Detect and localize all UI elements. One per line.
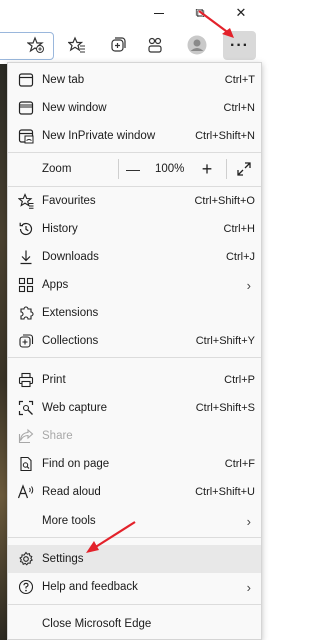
menu-divider [8, 152, 261, 153]
web-capture-icon [17, 399, 35, 417]
menu-item-label: Print [42, 374, 66, 386]
menu-item-read-aloud[interactable]: Read aloud Ctrl+Shift+U [8, 478, 261, 506]
menu-item-label: Downloads [42, 251, 99, 263]
help-icon [17, 578, 35, 596]
zoom-divider [118, 159, 119, 179]
menu-item-collections[interactable]: Collections Ctrl+Shift+Y [8, 327, 261, 355]
shortcut-text: Ctrl+F [224, 458, 255, 470]
menu-item-apps[interactable]: Apps › [8, 271, 261, 299]
shortcut-text: Ctrl+Shift+N [195, 130, 255, 142]
menu-item-more-tools[interactable]: More tools › [8, 507, 261, 535]
shortcut-text: Ctrl+H [223, 223, 255, 235]
shortcut-text: Ctrl+P [224, 374, 255, 386]
menu-item-close-microsoft-edge[interactable]: Close Microsoft Edge [8, 610, 261, 638]
menu-item-label: Help and feedback [42, 581, 138, 593]
menu-item-label: Share [42, 430, 73, 442]
new-window-icon [17, 99, 35, 117]
more-button[interactable]: ··· [223, 31, 256, 60]
menu-item-label: Read aloud [42, 486, 101, 498]
find-on-page-icon [17, 455, 35, 473]
menu-item-label: Extensions [42, 307, 99, 319]
menu-item-label: Web capture [42, 402, 107, 414]
menu-item-downloads[interactable]: Downloads Ctrl+J [8, 243, 261, 271]
browser-toolbar: ··· [0, 26, 262, 64]
extensions-puzzle-icon [17, 304, 35, 322]
menu-item-extensions[interactable]: Extensions [8, 299, 261, 327]
collections-icon[interactable] [107, 34, 129, 56]
menu-item-label: New tab [42, 74, 85, 86]
menu-divider [8, 604, 261, 605]
shortcut-text: Ctrl+Shift+Y [195, 335, 255, 347]
menu-item-new-tab[interactable]: New tab Ctrl+T [8, 66, 261, 94]
menu-item-label: Favourites [42, 195, 96, 207]
menu-item-zoom: Zoom — 100% + [8, 154, 261, 184]
history-icon [17, 220, 35, 238]
chevron-right-icon: › [246, 277, 251, 293]
zoom-divider [226, 159, 227, 179]
title-bar: ⧉ ✕ [0, 0, 262, 26]
menu-item-print[interactable]: Print Ctrl+P [8, 366, 261, 394]
profile-icon[interactable] [186, 34, 208, 56]
menu-item-label: Apps [42, 279, 69, 291]
favourites-icon [17, 192, 35, 210]
menu-item-new-inprivate-window[interactable]: New InPrivate window Ctrl+Shift+N [8, 122, 261, 150]
menu-item-label: Settings [42, 553, 84, 565]
extensions-icon[interactable] [144, 34, 166, 56]
share-icon [17, 427, 35, 445]
menu-item-label: Find on page [42, 458, 110, 470]
shortcut-text: Ctrl+N [223, 102, 255, 114]
zoom-out-button[interactable]: — [122, 158, 144, 180]
new-tab-icon [17, 71, 35, 89]
menu-item-label: Collections [42, 335, 99, 347]
menu-item-favourites[interactable]: Favourites Ctrl+Shift+O [8, 187, 261, 215]
favorites-icon[interactable] [66, 34, 88, 56]
apps-icon [17, 276, 35, 294]
print-icon [17, 371, 35, 389]
close-icon[interactable]: ✕ [230, 4, 252, 22]
menu-item-label: More tools [42, 515, 96, 527]
menu-item-new-window[interactable]: New window Ctrl+N [8, 94, 261, 122]
menu-item-web-capture[interactable]: Web capture Ctrl+Shift+S [8, 394, 261, 422]
chevron-right-icon: › [246, 513, 251, 529]
menu-item-help-and-feedback[interactable]: Help and feedback › [8, 573, 261, 601]
restore-icon[interactable]: ⧉ [189, 4, 211, 22]
menu-item-settings[interactable]: Settings [8, 545, 261, 573]
inprivate-icon [17, 127, 35, 145]
menu-item-history[interactable]: History Ctrl+H [8, 215, 261, 243]
shortcut-text: Ctrl+Shift+S [195, 402, 255, 414]
zoom-level-value: 100% [155, 163, 185, 175]
favorite-add-icon[interactable] [25, 34, 47, 56]
menu-item-find-on-page[interactable]: Find on page Ctrl+F [8, 450, 261, 478]
chevron-right-icon: › [246, 579, 251, 595]
shortcut-text: Ctrl+Shift+U [195, 486, 255, 498]
download-icon [17, 248, 35, 266]
menu-item-label: New InPrivate window [42, 130, 156, 142]
menu-item-label: New window [42, 102, 107, 114]
minimize-icon[interactable] [148, 4, 170, 22]
collections-icon [17, 332, 35, 350]
shortcut-text: Ctrl+T [224, 74, 255, 86]
menu-item-label: History [42, 223, 78, 235]
fullscreen-icon[interactable] [233, 158, 255, 180]
menu-divider [8, 357, 261, 358]
menu-divider [8, 537, 261, 538]
zoom-in-button[interactable]: + [196, 158, 218, 180]
menu-item-label: Close Microsoft Edge [42, 618, 152, 630]
gear-icon [17, 550, 35, 568]
zoom-label: Zoom [42, 163, 72, 175]
shortcut-text: Ctrl+Shift+O [194, 195, 255, 207]
menu-item-share: Share [8, 422, 261, 450]
shortcut-text: Ctrl+J [225, 251, 255, 263]
read-aloud-icon [17, 483, 35, 501]
settings-and-more-menu: New tab Ctrl+T New window Ctrl+N New InP… [7, 62, 262, 640]
